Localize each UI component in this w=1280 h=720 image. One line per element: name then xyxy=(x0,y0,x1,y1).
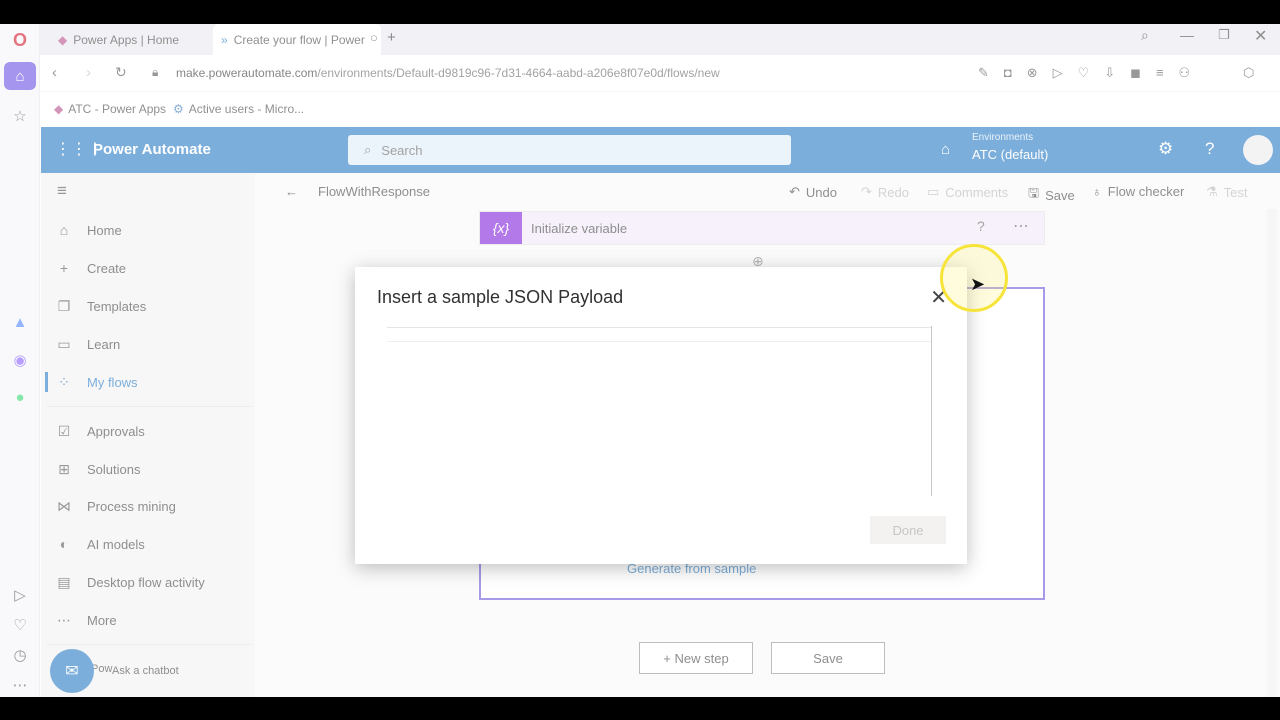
json-payload-textarea[interactable] xyxy=(387,326,932,496)
dialog-title: Insert a sample JSON Payload xyxy=(377,287,624,307)
mouse-pointer-icon: ➤ xyxy=(970,274,986,294)
editor-line xyxy=(387,328,932,342)
editor-scrollbar[interactable] xyxy=(931,326,932,496)
sample-json-dialog: Insert a sample JSON Payload ✕ Done xyxy=(355,267,967,564)
done-button[interactable]: Done xyxy=(870,516,946,544)
